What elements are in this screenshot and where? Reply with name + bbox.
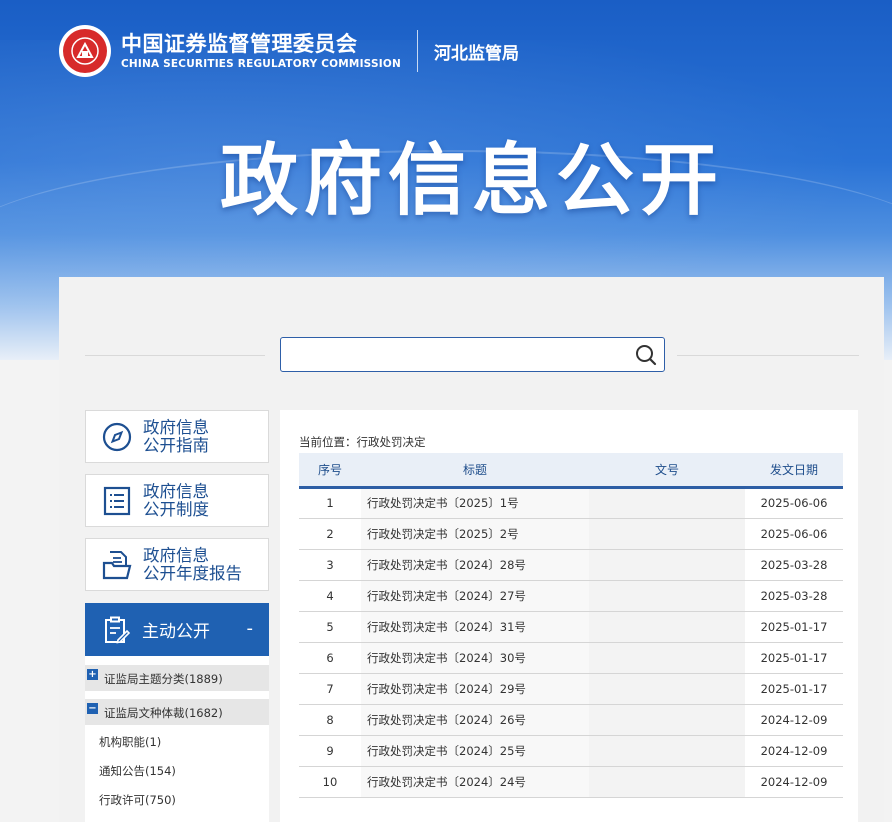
table-row[interactable]: 10 行政处罚决定书〔2024〕24号 2024-12-09 [299,766,843,798]
org-name-cn: 中国证券监督管理委员会 [121,31,358,56]
sidebar-card-system[interactable]: 政府信息 公开制度 [85,474,269,527]
table-header-row: 序号 标题 文号 发文日期 [299,453,843,489]
category-theme[interactable]: + 证监局主题分类(1889) [85,665,269,691]
cell-date: 2024-12-09 [745,735,843,767]
cell-title-link[interactable]: 行政处罚决定书〔2024〕27号 [361,580,589,612]
table-row[interactable]: 5 行政处罚决定书〔2024〕31号 2025-01-17 [299,611,843,643]
cell-date: 2025-01-17 [745,611,843,643]
cell-doc-no [589,580,745,612]
collapse-toggle[interactable]: - [247,618,254,639]
search-divider-left [85,355,265,356]
cell-doc-no [589,704,745,736]
cell-title-link[interactable]: 行政处罚决定书〔2024〕28号 [361,549,589,581]
table-row[interactable]: 3 行政处罚决定书〔2024〕28号 2025-03-28 [299,549,843,581]
sidebar-card-annual-report[interactable]: 政府信息 公开年度报告 [85,538,269,591]
cell-no: 8 [299,704,361,736]
table-row[interactable]: 8 行政处罚决定书〔2024〕26号 2024-12-09 [299,704,843,736]
sidebar-sub-list: + 证监局主题分类(1889) − 证监局文种体裁(1682) 机构职能(1) … [85,656,269,822]
collapse-icon[interactable]: − [87,703,98,714]
clipboard-edit-icon [98,612,134,648]
main-panel: 政府信息 公开指南 政府信息 公开制度 政府信息 公开年度报告 主动公开 - +… [59,277,884,822]
cell-title-link[interactable]: 行政处罚决定书〔2024〕26号 [361,704,589,736]
category-doctype-label: 证监局文种体裁(1682) [104,706,223,720]
cell-doc-no [589,487,745,519]
cell-doc-no [589,518,745,550]
column-header-date: 发文日期 [745,453,843,489]
search-input[interactable] [287,342,617,367]
cell-no: 5 [299,611,361,643]
cell-date: 2024-12-09 [745,766,843,798]
folder-document-icon [99,547,135,583]
cell-date: 2025-03-28 [745,580,843,612]
cell-doc-no [589,611,745,643]
leaf-item-functions[interactable]: 机构职能(1) [99,734,161,750]
csrc-emblem-icon [59,25,111,77]
category-theme-label: 证监局主题分类(1889) [104,672,223,686]
sidebar-active-label: 主动公开 [142,622,210,642]
cell-no: 3 [299,549,361,581]
cell-title-link[interactable]: 行政处罚决定书〔2024〕24号 [361,766,589,798]
table-row[interactable]: 7 行政处罚决定书〔2024〕29号 2025-01-17 [299,673,843,705]
list-document-icon [99,483,135,519]
cell-doc-no [589,766,745,798]
cell-date: 2025-06-06 [745,487,843,519]
sidebar-card-system-line1: 政府信息 [143,481,209,501]
site-logo[interactable]: 中国证券监督管理委员会 CHINA SECURITIES REGULATORY … [59,25,519,77]
table-row[interactable]: 9 行政处罚决定书〔2024〕25号 2024-12-09 [299,735,843,767]
leaf-item-licensing[interactable]: 行政许可(750) [99,792,176,808]
document-table: 序号 标题 文号 发文日期 1 行政处罚决定书〔2025〕1号 2025-06-06… [299,453,843,798]
compass-icon [99,419,135,455]
cell-doc-no [589,549,745,581]
sidebar-active-disclosure[interactable]: 主动公开 - [85,603,269,656]
cell-no: 10 [299,766,361,798]
cell-title-link[interactable]: 行政处罚决定书〔2024〕30号 [361,642,589,674]
column-header-doc-no: 文号 [589,453,745,489]
table-row[interactable]: 4 行政处罚决定书〔2024〕27号 2025-03-28 [299,580,843,612]
sidebar-card-guide[interactable]: 政府信息 公开指南 [85,410,269,463]
cell-doc-no [589,673,745,705]
search-icon[interactable] [634,343,658,367]
sidebar-card-guide-line1: 政府信息 [143,417,209,437]
cell-no: 6 [299,642,361,674]
cell-date: 2025-03-28 [745,549,843,581]
sidebar-card-guide-line2: 公开指南 [143,435,209,455]
cell-title-link[interactable]: 行政处罚决定书〔2024〕31号 [361,611,589,643]
sidebar-card-report-line2: 公开年度报告 [143,563,242,583]
search-divider-right [677,355,859,356]
cell-title-link[interactable]: 行政处罚决定书〔2024〕29号 [361,673,589,705]
cell-title-link[interactable]: 行政处罚决定书〔2024〕25号 [361,735,589,767]
logo-divider [416,30,418,72]
search-box [280,337,665,372]
cell-title-link[interactable]: 行政处罚决定书〔2025〕2号 [361,518,589,550]
cell-date: 2024-12-09 [745,704,843,736]
cell-no: 2 [299,518,361,550]
cell-no: 4 [299,580,361,612]
column-header-title: 标题 [361,453,589,489]
sidebar-card-report-line1: 政府信息 [143,545,209,565]
cell-no: 9 [299,735,361,767]
cell-no: 1 [299,487,361,519]
cell-date: 2025-01-17 [745,642,843,674]
leaf-item-notices[interactable]: 通知公告(154) [99,763,176,779]
cell-title-link[interactable]: 行政处罚决定书〔2025〕1号 [361,487,589,519]
table-row[interactable]: 2 行政处罚决定书〔2025〕2号 2025-06-06 [299,518,843,550]
cell-no: 7 [299,673,361,705]
sidebar-card-system-line2: 公开制度 [143,499,209,519]
content-area: 当前位置：行政处罚决定 序号 标题 文号 发文日期 1 行政处罚决定书〔2025〕… [280,410,858,822]
cell-date: 2025-06-06 [745,518,843,550]
bureau-name: 河北监管局 [433,43,519,64]
column-header-no: 序号 [299,453,361,489]
org-name-en: CHINA SECURITIES REGULATORY COMMISSION [121,57,401,70]
cell-doc-no [589,735,745,767]
expand-icon[interactable]: + [87,669,98,680]
breadcrumb: 当前位置：行政处罚决定 [299,435,426,449]
table-row[interactable]: 1 行政处罚决定书〔2025〕1号 2025-06-06 [299,487,843,519]
cell-doc-no [589,642,745,674]
table-row[interactable]: 6 行政处罚决定书〔2024〕30号 2025-01-17 [299,642,843,674]
cell-date: 2025-01-17 [745,673,843,705]
category-doctype[interactable]: − 证监局文种体裁(1682) [85,699,269,725]
banner-title: 政府信息公开 [219,136,724,226]
